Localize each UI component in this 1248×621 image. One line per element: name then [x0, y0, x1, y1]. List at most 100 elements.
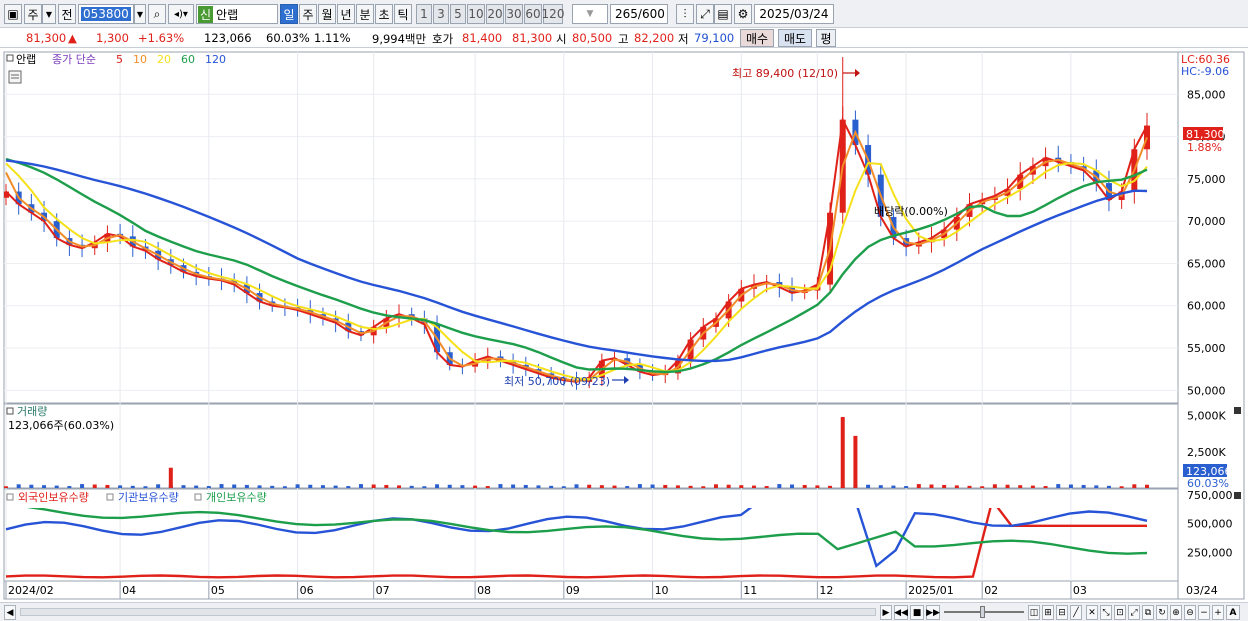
holdings-legend-0: 외국인보유수량 — [18, 491, 89, 504]
volume-bar — [751, 485, 756, 488]
volume-bar — [637, 484, 642, 488]
plus-icon[interactable]: + — [1212, 605, 1224, 620]
volume-bar — [713, 484, 718, 488]
layout-icon[interactable]: ◫ — [1028, 605, 1040, 620]
ma-legend-20: 20 — [157, 53, 171, 66]
date-tick-label: 06 — [300, 584, 314, 597]
volume-bar — [16, 484, 21, 488]
volume-bar — [181, 485, 186, 488]
volume-title: 거래량 — [17, 405, 47, 418]
refresh-icon[interactable]: ↻ — [1156, 605, 1168, 620]
volume-bar — [67, 486, 72, 488]
volume-bar — [422, 486, 427, 488]
rewind-icon[interactable]: ◀◀ — [894, 605, 908, 620]
stop-icon[interactable]: ■ — [910, 605, 924, 620]
volume-bar — [523, 484, 528, 488]
volume-bar — [232, 484, 237, 488]
volume-bar — [358, 484, 363, 488]
volume-bar — [688, 485, 693, 488]
panel-close-icon[interactable] — [1234, 407, 1241, 414]
price-tick-label: 70,000 — [1187, 215, 1226, 228]
holdings-tick-label: 750,000 — [1187, 489, 1233, 502]
price-tick-label: 75,000 — [1187, 173, 1226, 186]
measure-icon[interactable]: ⊡ — [1114, 605, 1126, 620]
volume-bar — [511, 484, 516, 488]
volume-bar — [498, 484, 503, 488]
date-tick-label: 03 — [1073, 584, 1087, 597]
volume-bar — [130, 485, 135, 488]
volume-bar — [156, 484, 161, 488]
dividend-annotation: 배당락(0.00%) — [874, 205, 948, 218]
split-icon[interactable]: ⊞ — [1042, 605, 1054, 620]
volume-bar — [4, 486, 8, 488]
volume-bar — [726, 484, 731, 488]
volume-badge-pct: 60.03% — [1187, 477, 1229, 490]
volume-subtitle: 123,066주(60.03%) — [8, 419, 114, 432]
zoom-in-icon[interactable]: ⊕ — [1170, 605, 1182, 620]
scroll-left-icon[interactable]: ◀ — [4, 605, 16, 620]
volume-bar — [599, 485, 604, 488]
volume-bar — [371, 484, 376, 488]
status-bar: ◀ ▶ ◀◀ ■ ▶▶ ◫ ⊞ ⊟ ╱ ✕ ⤡ ⊡ ⤢ ⧉ ↻ ⊕ ⊖ − + … — [0, 602, 1248, 621]
horizontal-scrollbar[interactable] — [20, 608, 876, 616]
volume-bar — [625, 486, 630, 488]
volume-bar — [904, 486, 909, 488]
trend-icon[interactable]: ⤡ — [1100, 605, 1112, 620]
ma-legend-10: 10 — [133, 53, 147, 66]
last-price-pct: 1.88% — [1187, 141, 1222, 154]
panel-close-icon[interactable] — [1234, 492, 1241, 499]
copy-icon[interactable]: ⧉ — [1142, 605, 1154, 620]
volume-bar — [929, 484, 934, 488]
volume-bar — [612, 485, 617, 488]
scroll-right-icon[interactable]: ▶ — [880, 605, 892, 620]
volume-bar — [270, 485, 275, 488]
crosshair-icon[interactable]: ✕ — [1086, 605, 1098, 620]
date-tick-label: 2025/01 — [908, 584, 954, 597]
volume-bar — [244, 484, 249, 488]
volume-panel — [3, 403, 1179, 489]
low-annotation: 최저 50,700 (09/23) — [504, 375, 610, 388]
stock-chart[interactable]: 5,000K 2,500K 750,000 500,000 250,000 85,000… — [0, 0, 1248, 621]
volume-bar — [967, 485, 972, 488]
font-size-icon[interactable]: A — [1226, 605, 1240, 620]
volume-peak-bar — [840, 417, 845, 488]
holdings-legend-2: 개인보유수량 — [206, 491, 267, 504]
volume-tick-label: 5,000K — [1187, 410, 1226, 423]
volume-bar — [828, 485, 833, 488]
volume-bar — [1132, 484, 1137, 488]
forward-icon[interactable]: ▶▶ — [926, 605, 940, 620]
volume-bar — [764, 486, 769, 488]
volume-bar — [574, 484, 579, 488]
zoom-out-icon[interactable]: ⊖ — [1184, 605, 1196, 620]
date-tick-label: 12 — [819, 584, 833, 597]
volume-bar — [1081, 484, 1086, 488]
volume-bar — [105, 484, 110, 488]
holdings-legend-1: 기관보유수량 — [118, 491, 179, 504]
volume-bar — [1106, 485, 1111, 488]
date-tick-label: 05 — [211, 584, 225, 597]
last-price-badge: 81,300 — [1186, 128, 1225, 141]
volume-bar — [866, 484, 871, 488]
price-panel-title: 안랩 — [16, 53, 36, 66]
overlay-icon[interactable]: ⊟ — [1056, 605, 1068, 620]
last-date-label: 03/24 — [1186, 584, 1218, 597]
date-tick-label: 09 — [566, 584, 580, 597]
date-axis — [3, 580, 1179, 600]
draw-icon[interactable]: ╱ — [1070, 605, 1082, 620]
volume-bar — [206, 486, 211, 488]
volume-bar — [1145, 484, 1149, 488]
price-tick-label: 60,000 — [1187, 300, 1226, 313]
zoom-fit-icon[interactable]: ⤢ — [1128, 605, 1140, 620]
zoom-slider-thumb[interactable] — [980, 606, 985, 618]
calendar-icon[interactable] — [8, 70, 22, 84]
volume-bar — [282, 486, 287, 488]
volume-bar — [384, 484, 389, 488]
date-tick-label: 2024/02 — [8, 584, 54, 597]
minus-icon[interactable]: − — [1198, 605, 1210, 620]
volume-bar — [942, 484, 947, 488]
volume-bar — [891, 485, 896, 488]
volume-bar — [916, 484, 921, 488]
date-tick-label: 04 — [122, 584, 136, 597]
holdings-tick-label: 250,000 — [1187, 546, 1233, 559]
volume-bar — [663, 484, 668, 488]
